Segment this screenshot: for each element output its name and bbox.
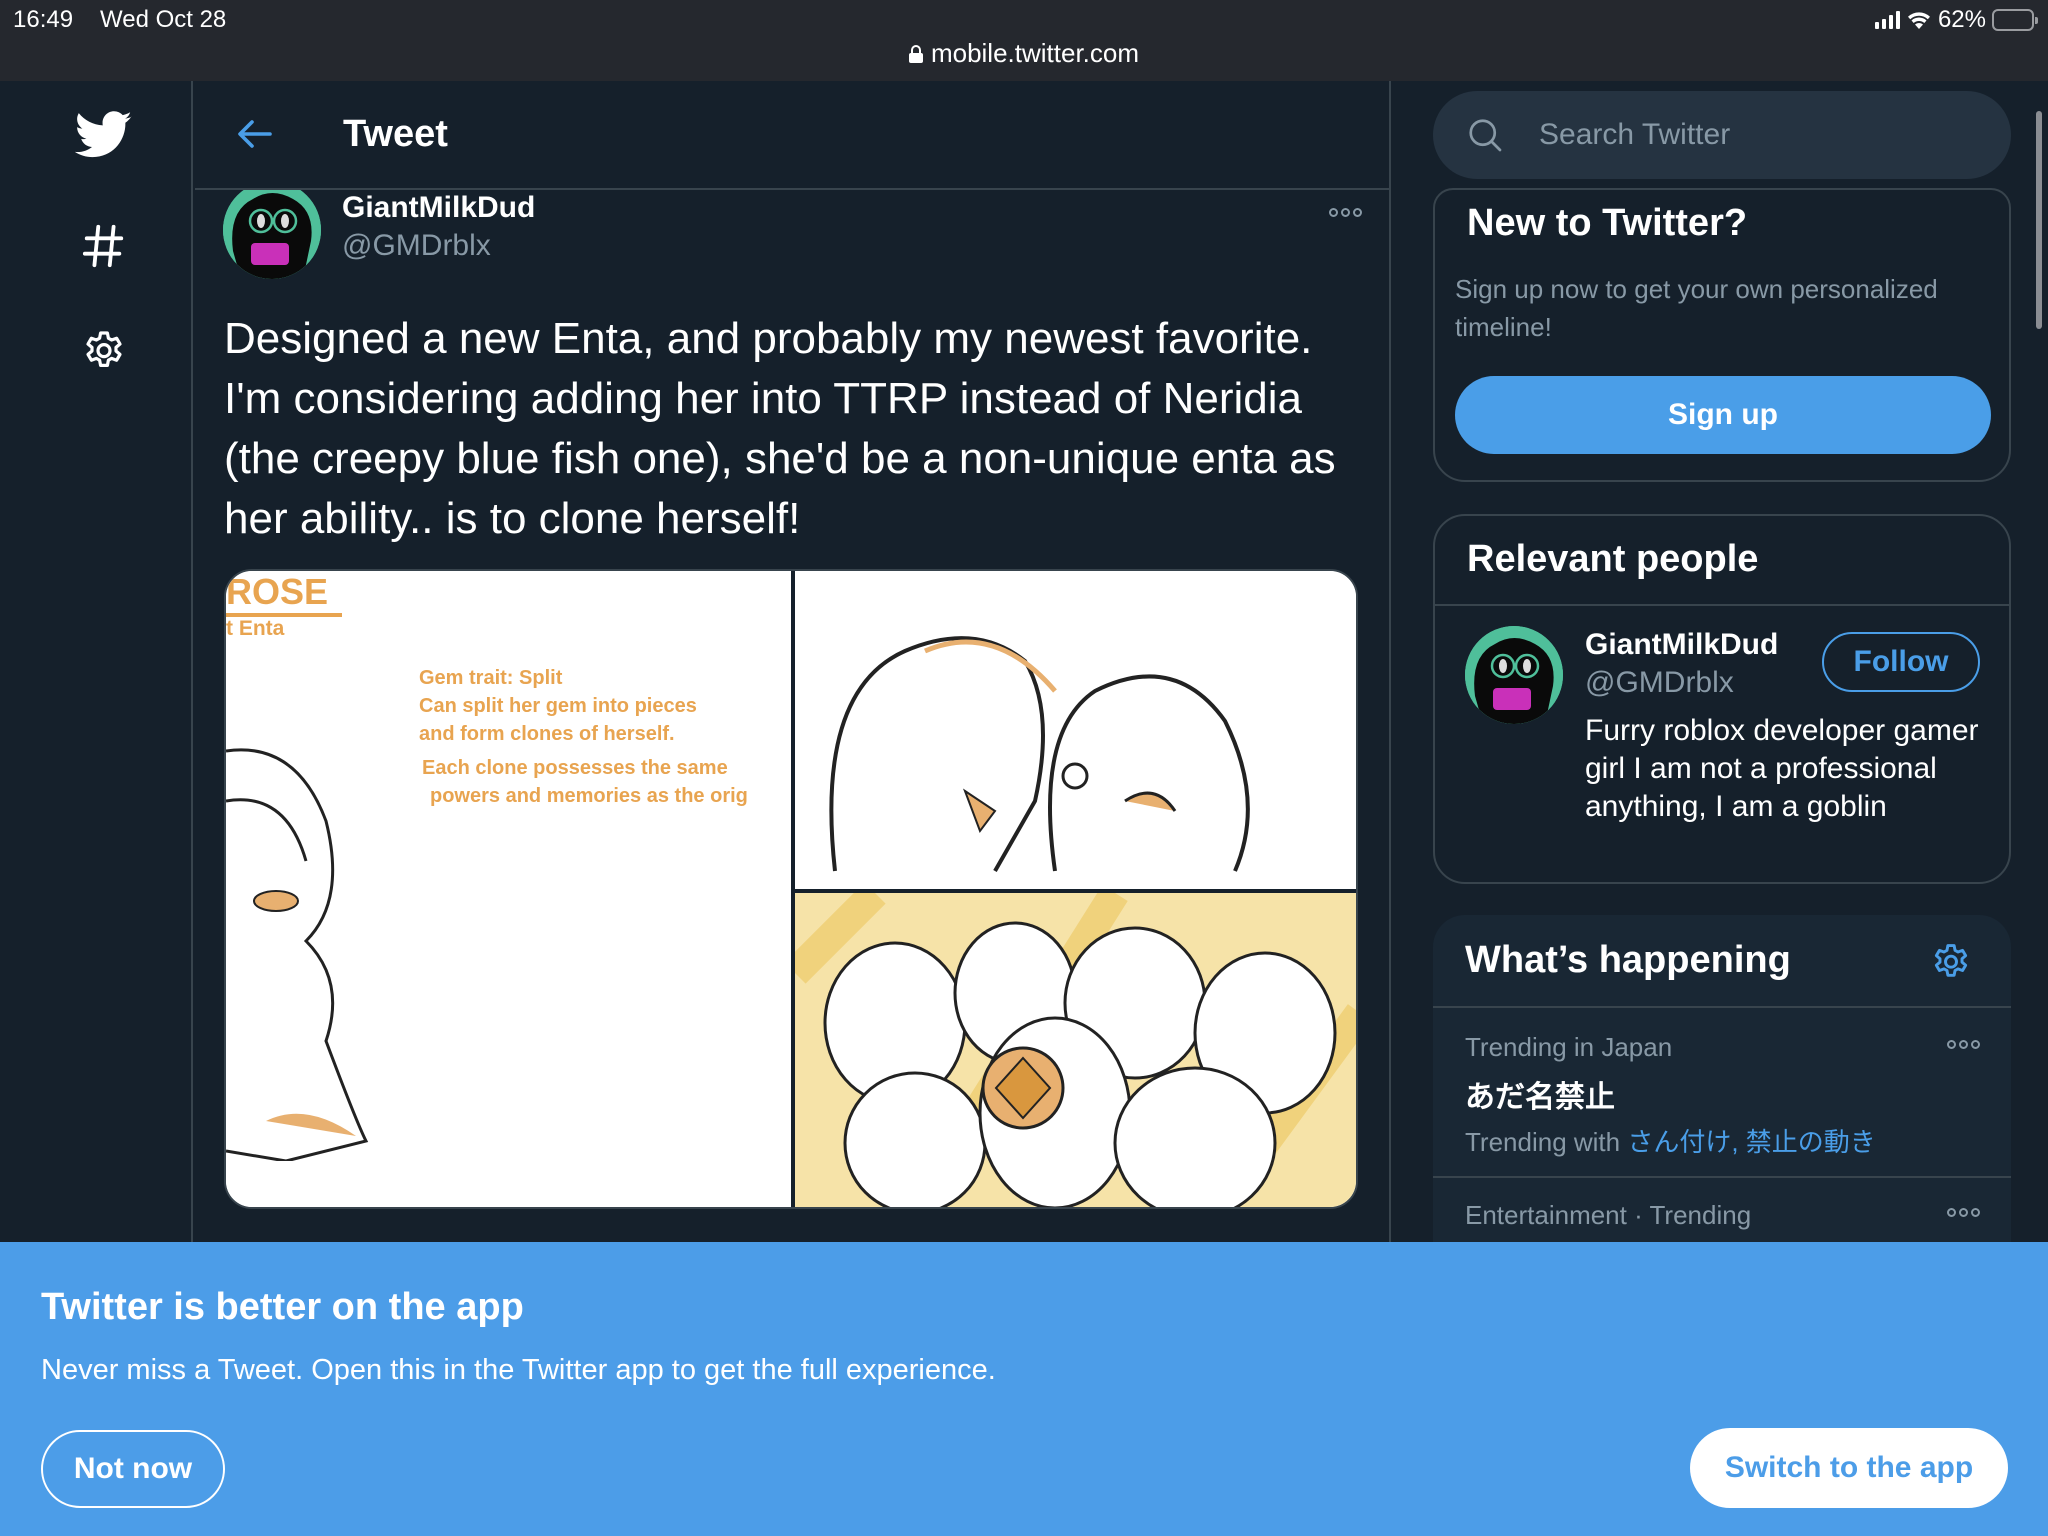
art-line: and form clones of herself. <box>419 723 675 745</box>
nav-settings[interactable] <box>72 320 136 384</box>
art-title: ROSE <box>226 571 343 617</box>
url-text: mobile.twitter.com <box>930 38 1140 68</box>
nav-home-logo[interactable] <box>72 103 136 167</box>
more-dot <box>1958 1039 1968 1049</box>
relevant-people-card: Relevant people GiantMilkDud @GMDrblx Fo… <box>1433 514 2011 884</box>
trend-meta: Trending in Japan <box>1465 1032 1673 1062</box>
not-now-button[interactable]: Not now <box>41 1430 225 1508</box>
characters-drawing <box>829 636 1250 872</box>
media-image-2[interactable] <box>795 571 1356 889</box>
person-bio: Furry roblox developer gamer girl I am n… <box>1585 714 1979 823</box>
status-time: 16:49 <box>13 6 74 33</box>
more-dots-icon <box>1946 1207 1956 1217</box>
tweet-author-handle[interactable]: @GMDrblx <box>342 229 491 263</box>
battery-percent: 62% <box>1937 6 1986 33</box>
art-line: Each clone possesses the same <box>422 757 728 779</box>
new-to-twitter-card: New to Twitter? Sign up now to get your … <box>1433 188 2011 482</box>
status-bar: 16:49 Wed Oct 28 62% mobile.twitter.com <box>0 0 2048 81</box>
battery-icon <box>1992 9 2038 31</box>
trend-more-button[interactable] <box>1941 1200 1985 1224</box>
search-bar[interactable] <box>1433 91 2011 179</box>
art-subtitle: t Enta <box>226 617 285 640</box>
page-header: Tweet <box>195 81 1389 190</box>
more-dot <box>1352 207 1362 217</box>
trend-with-links[interactable]: さん付け, 禁止の動き <box>1627 1127 1875 1157</box>
signup-description: Sign up now to get your own personalized… <box>1455 274 1938 342</box>
media-image-3[interactable] <box>784 882 1356 1207</box>
hashtag-icon <box>82 224 124 268</box>
character-drawing <box>226 748 369 1161</box>
address-bar[interactable]: mobile.twitter.com <box>0 38 2048 69</box>
more-dot <box>1340 207 1350 217</box>
art-line: Can split her gem into pieces <box>419 695 697 717</box>
trend-with-label: Trending with <box>1465 1127 1621 1157</box>
search-icon <box>1469 119 1502 152</box>
follow-button[interactable]: Follow <box>1822 632 1980 692</box>
more-dots-icon <box>1946 1039 1956 1049</box>
more-dot <box>1970 1039 1980 1049</box>
avatar-image <box>1465 626 1563 724</box>
app-promo-banner: Twitter is better on the app Never miss … <box>0 1242 2048 1536</box>
right-sidebar: New to Twitter? Sign up now to get your … <box>1393 81 2048 1335</box>
card-title: Relevant people <box>1467 538 1759 580</box>
card-title: What’s happening <box>1465 939 1791 981</box>
tweet-media-grid[interactable]: ROSE t Enta Gem trait: Split Can split h… <box>224 569 1358 1209</box>
divider <box>1435 604 2009 606</box>
trend-item[interactable]: Trending in Japan あだ名禁止 Trending with さん… <box>1433 1008 2011 1176</box>
nav-explore[interactable] <box>72 214 136 278</box>
art-line: Gem trait: Split <box>419 667 563 689</box>
art-line: powers and memories as the orig <box>430 785 748 807</box>
page-title: Tweet <box>343 113 448 155</box>
more-dots-icon <box>1328 207 1338 217</box>
tweet-author-name[interactable]: GiantMilkDud <box>342 191 535 225</box>
tweet-author-avatar[interactable] <box>223 181 321 279</box>
tweet-more-button[interactable] <box>1323 197 1367 227</box>
twitter-bird-icon <box>75 111 132 158</box>
signup-button[interactable]: Sign up <box>1455 376 1991 454</box>
clones-drawing <box>784 882 1356 1207</box>
trend-more-button[interactable] <box>1941 1032 1985 1056</box>
lock-icon <box>908 44 923 63</box>
scrollbar[interactable] <box>2036 111 2042 329</box>
trend-name: あだ名禁止 <box>1465 1081 1615 1114</box>
avatar-image <box>223 181 321 279</box>
cellular-signal-icon <box>1874 11 1900 29</box>
left-nav <box>0 81 193 1242</box>
switch-to-app-button[interactable]: Switch to the app <box>1690 1428 2008 1508</box>
tweet-text: Designed a new Enta, and probably my new… <box>224 314 1336 543</box>
media-image-1[interactable]: ROSE t Enta Gem trait: Split Can split h… <box>226 571 791 1207</box>
trend-meta: Entertainment · Trending <box>1465 1200 1752 1230</box>
status-date: Wed Oct 28 <box>100 6 227 33</box>
gear-icon <box>86 331 122 367</box>
wifi-icon <box>1907 12 1930 29</box>
more-dot <box>1970 1207 1980 1217</box>
person-name[interactable]: GiantMilkDud <box>1585 628 1778 662</box>
main-column: Tweet GiantMilkDud @GMDrblx Designed a n… <box>195 81 1391 1242</box>
person-handle[interactable]: @GMDrblx <box>1585 666 1734 700</box>
more-dot <box>1958 1207 1968 1217</box>
card-title: New to Twitter? <box>1467 202 1748 244</box>
banner-title: Twitter is better on the app <box>41 1286 524 1328</box>
person-avatar[interactable] <box>1465 626 1563 724</box>
trend-with: Trending with さん付け, 禁止の動き <box>1465 1122 1876 1159</box>
status-indicators: 62% <box>1874 6 2038 34</box>
search-input[interactable] <box>1539 91 1979 179</box>
back-button[interactable] <box>230 109 280 159</box>
arrow-left-icon <box>238 120 272 148</box>
gear-icon[interactable] <box>1929 941 1973 985</box>
banner-description: Never miss a Tweet. Open this in the Twi… <box>41 1354 996 1386</box>
